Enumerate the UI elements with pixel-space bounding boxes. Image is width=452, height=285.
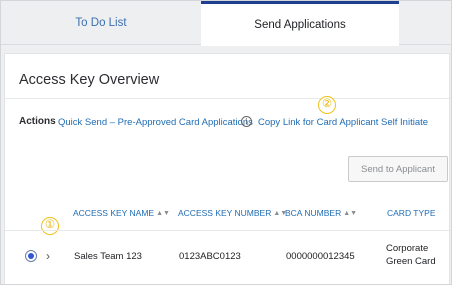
annotation-marker-1: ① [41,217,59,235]
quick-send-link[interactable]: Quick Send – Pre-Approved Card Applicati… [58,117,253,128]
access-key-overview-panel: Access Key Overview ② Actions Quick Send… [4,53,451,284]
actions-label: Actions [19,116,56,127]
column-header-access-key-name[interactable]: ACCESS KEY NAME ▲▼ [73,208,170,218]
cell-access-key-number: 0123ABC0123 [179,251,241,262]
cell-bca-number: 0000000012345 [286,251,355,262]
cell-card-type: Corporate Green Card [386,243,436,267]
sort-icon: ▲▼ [343,210,358,217]
tab-to-do-list[interactable]: To Do List [1,1,201,45]
application-window: To Do List Send Applications Access Key … [0,0,452,285]
cell-access-key-name: Sales Team 123 [74,251,142,262]
annotation-marker-2: ② [318,96,336,114]
send-to-applicant-button[interactable]: Send to Applicant [348,156,448,182]
sort-icon: ▲▼ [156,210,170,217]
table-header-divider [5,230,451,231]
tab-bar: To Do List Send Applications [1,1,451,46]
column-header-label: ACCESS KEY NAME [73,208,155,218]
chevron-right-icon[interactable]: › [46,249,50,263]
column-header-card-type[interactable]: CARD TYPE [387,208,436,218]
column-header-bca-number[interactable]: BCA NUMBER ▲▼ [285,208,357,218]
column-header-access-key-number[interactable]: ACCESS KEY NUMBER ▲▼ [178,208,287,218]
copy-link-self-initiate-link[interactable]: Copy Link for Card Applicant Self Initia… [258,117,428,128]
page-title: Access Key Overview [19,72,160,88]
row-select-radio[interactable] [25,250,37,262]
tab-send-applications[interactable]: Send Applications [201,1,399,46]
header-divider [5,98,451,99]
column-header-label: ACCESS KEY NUMBER [178,208,272,218]
info-icon[interactable]: i [241,116,252,127]
column-header-label: BCA NUMBER [285,208,342,218]
